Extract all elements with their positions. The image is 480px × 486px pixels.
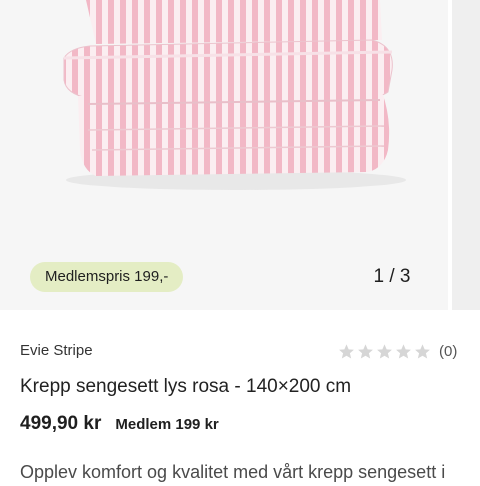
member-price: Medlem 199 kr (115, 416, 219, 433)
review-count: (0) (439, 342, 458, 360)
star-icon (415, 343, 430, 359)
image-counter: 1 / 3 (373, 266, 411, 287)
product-image-gallery[interactable]: Medlemspris 199,- 1 / 3 (0, 0, 480, 310)
brand-name[interactable]: Evie Stripe (20, 340, 93, 362)
star-icon (339, 343, 354, 359)
next-image-peek[interactable] (448, 0, 480, 310)
rating[interactable]: (0) (338, 339, 457, 363)
product-title: Krepp sengesett lys rosa - 140×200 cm (20, 376, 352, 397)
price-row: 499,90 kr Medlem 199 kr (20, 413, 219, 435)
star-icon (396, 343, 411, 359)
product-description: Opplev komfort og kvalitet med vårt krep… (20, 462, 446, 482)
star-icon (358, 343, 373, 359)
star-icon (377, 343, 392, 359)
price: 499,90 kr (20, 413, 102, 434)
member-price-badge: Medlemspris 199,- (30, 262, 184, 292)
